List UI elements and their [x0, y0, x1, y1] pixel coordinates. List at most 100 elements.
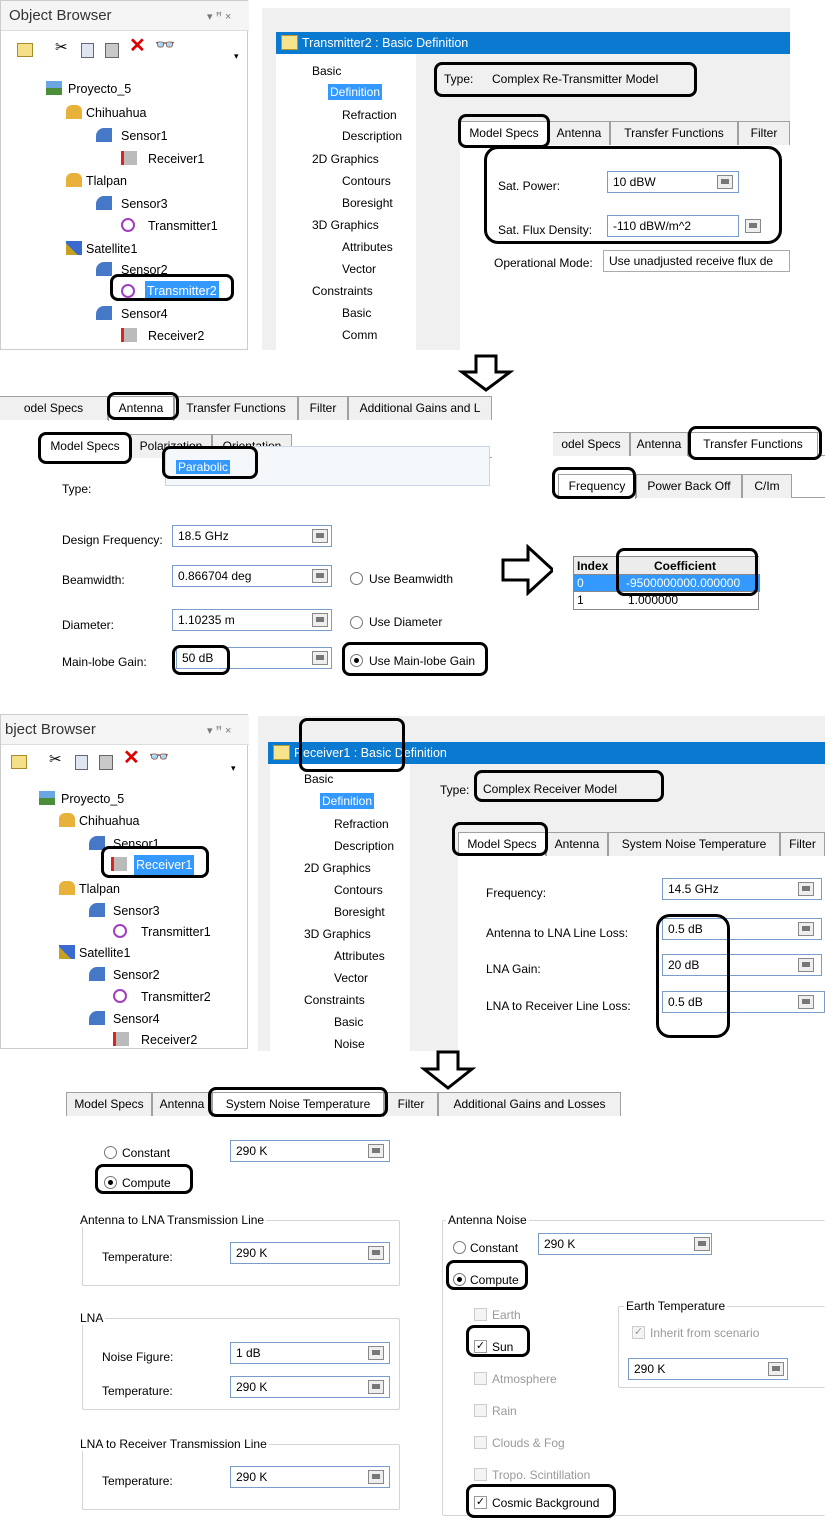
- nav-2d-graphics[interactable]: 2D Graphics: [312, 152, 379, 166]
- nav-basic-constraints[interactable]: Basic: [334, 1015, 363, 1029]
- antenna-type-select[interactable]: Parabolic: [165, 446, 490, 486]
- noise-figure-input[interactable]: 1 dB: [230, 1342, 390, 1364]
- nav-refraction[interactable]: Refraction: [334, 817, 389, 831]
- unit-picker-icon[interactable]: [798, 922, 814, 936]
- nav-definition[interactable]: Definition: [328, 84, 383, 100]
- tree-item-transmitter1[interactable]: Transmitter1: [141, 924, 211, 940]
- clouds-fog-checkbox[interactable]: [474, 1436, 487, 1449]
- earth-checkbox[interactable]: [474, 1308, 487, 1321]
- unit-picker-icon[interactable]: [368, 1380, 384, 1394]
- tree-item-transmitter2[interactable]: Transmitter2: [145, 281, 219, 301]
- use-diameter-label[interactable]: Use Diameter: [369, 615, 442, 629]
- tree-item-sensor3[interactable]: Sensor3: [113, 903, 160, 919]
- nav-basic[interactable]: Basic: [312, 64, 341, 78]
- copy-icon[interactable]: [81, 43, 94, 58]
- inherit-checkbox[interactable]: ✓: [632, 1326, 645, 1339]
- copy-icon[interactable]: [75, 755, 88, 770]
- tree-item-transmitter2[interactable]: Transmitter2: [141, 989, 211, 1005]
- unit-picker-icon[interactable]: [798, 995, 814, 1009]
- unit-picker-icon[interactable]: [368, 1346, 384, 1360]
- nav-comm[interactable]: Comm: [342, 328, 377, 342]
- chevron-down-icon[interactable]: ▾: [234, 49, 239, 63]
- tab-filter[interactable]: Filter: [298, 396, 348, 420]
- tab-additional-gains[interactable]: Additional Gains and Losses: [438, 1092, 621, 1116]
- delete-icon[interactable]: ✕: [123, 748, 140, 768]
- lna-temperature-input[interactable]: 290 K: [230, 1376, 390, 1398]
- nav-3d-graphics[interactable]: 3D Graphics: [304, 927, 371, 941]
- paste-icon[interactable]: [105, 43, 119, 58]
- mainlobe-gain-input[interactable]: 50 dB: [176, 647, 332, 669]
- operational-mode-select[interactable]: Use unadjusted receive flux de: [603, 250, 790, 272]
- unit-picker-icon[interactable]: [312, 529, 328, 543]
- tab-filter[interactable]: Filter: [738, 121, 790, 145]
- nav-constraints[interactable]: Constraints: [312, 284, 373, 298]
- nav-noise[interactable]: Noise: [334, 1037, 365, 1051]
- tab-antenna[interactable]: Antenna: [630, 432, 688, 456]
- tab-system-noise-temperature[interactable]: System Noise Temperature: [608, 832, 780, 856]
- tab-antenna[interactable]: Antenna: [548, 121, 610, 145]
- tropo-scintillation-checkbox[interactable]: [474, 1468, 487, 1481]
- row-coefficient[interactable]: 1.000000: [628, 593, 678, 607]
- tab-antenna[interactable]: Antenna: [546, 832, 608, 856]
- nav-vector[interactable]: Vector: [342, 262, 376, 276]
- unit-picker-icon[interactable]: [798, 882, 814, 896]
- tree-item-satellite1[interactable]: Satellite1: [79, 945, 130, 961]
- nav-description[interactable]: Description: [342, 129, 402, 143]
- tab-model-specs[interactable]: Model Specs: [66, 1092, 152, 1116]
- tab-antenna[interactable]: Antenna: [108, 396, 174, 421]
- ant-lna-temperature-input[interactable]: 290 K: [230, 1242, 390, 1264]
- unit-picker-icon[interactable]: [368, 1470, 384, 1484]
- sat-flux-input[interactable]: -110 dBW/m^2: [607, 215, 739, 237]
- cosmic-background-checkbox[interactable]: ✓: [474, 1496, 487, 1509]
- tree-item-sensor1[interactable]: Sensor1: [113, 836, 160, 852]
- tree-item-receiver2[interactable]: Receiver2: [141, 1032, 197, 1048]
- tree-item-satellite1[interactable]: Satellite1: [86, 241, 137, 257]
- nav-vector[interactable]: Vector: [334, 971, 368, 985]
- paste-icon[interactable]: [99, 755, 113, 770]
- constant-label[interactable]: Constant: [122, 1146, 170, 1160]
- subtab-frequency[interactable]: Frequency: [558, 474, 636, 499]
- unit-picker-icon[interactable]: [312, 613, 328, 627]
- design-frequency-input[interactable]: 18.5 GHz: [172, 525, 332, 547]
- unit-picker-icon[interactable]: [798, 958, 814, 972]
- unit-picker-icon[interactable]: [768, 1362, 784, 1376]
- lna-rx-temperature-input[interactable]: 290 K: [230, 1466, 390, 1488]
- tree-item-chihuahua[interactable]: Chihuahua: [86, 105, 146, 121]
- tab-transfer-functions[interactable]: Transfer Functions: [174, 396, 298, 420]
- earth-temperature-input[interactable]: 290 K: [628, 1358, 788, 1380]
- delete-icon[interactable]: ✕: [129, 36, 146, 56]
- nav-2d-graphics[interactable]: 2D Graphics: [304, 861, 371, 875]
- use-diameter-radio[interactable]: [350, 616, 363, 629]
- beamwidth-input[interactable]: 0.866704 deg: [172, 565, 332, 587]
- tab-antenna[interactable]: Antenna: [152, 1092, 212, 1116]
- sun-checkbox[interactable]: ✓: [474, 1340, 487, 1353]
- window-controls[interactable]: ▾ ꟸ ×: [207, 10, 231, 24]
- tree-item-tlalpan[interactable]: Tlalpan: [79, 881, 120, 897]
- table-row[interactable]: 0 -9500000000.000000: [574, 575, 760, 592]
- antenna-noise-compute-radio[interactable]: [453, 1273, 466, 1286]
- tab-model-specs[interactable]: Model Specs: [458, 832, 546, 857]
- compute-label[interactable]: Compute: [122, 1176, 171, 1190]
- tab-filter[interactable]: Filter: [780, 832, 825, 856]
- nav-description[interactable]: Description: [334, 839, 394, 853]
- atmosphere-checkbox[interactable]: [474, 1372, 487, 1385]
- unit-picker-icon[interactable]: [312, 651, 328, 665]
- tab-system-noise-temperature[interactable]: System Noise Temperature: [212, 1092, 384, 1117]
- tree-item-receiver1[interactable]: Receiver1: [148, 151, 204, 167]
- tree-item-receiver1[interactable]: Receiver1: [134, 855, 195, 875]
- tree-item-chihuahua[interactable]: Chihuahua: [79, 813, 139, 829]
- subtab-model-specs[interactable]: Model Specs: [40, 434, 130, 459]
- constant-radio[interactable]: [104, 1146, 117, 1159]
- nav-contours[interactable]: Contours: [342, 174, 391, 188]
- nav-attributes[interactable]: Attributes: [342, 240, 393, 254]
- tree-item-tlalpan[interactable]: Tlalpan: [86, 173, 127, 189]
- subtab-power-back-off[interactable]: Power Back Off: [636, 474, 742, 498]
- tab-filter[interactable]: Filter: [384, 1092, 438, 1116]
- antenna-noise-compute-label[interactable]: Compute: [470, 1273, 519, 1287]
- tree-item-sensor2[interactable]: Sensor2: [121, 262, 168, 278]
- tab-additional-gains[interactable]: Additional Gains and L: [348, 396, 492, 420]
- tab-model-specs[interactable]: odel Specs: [553, 432, 630, 456]
- antenna-noise-constant-input[interactable]: 290 K: [538, 1233, 712, 1255]
- tree-item-receiver2[interactable]: Receiver2: [148, 328, 204, 344]
- unit-picker-icon[interactable]: [368, 1246, 384, 1260]
